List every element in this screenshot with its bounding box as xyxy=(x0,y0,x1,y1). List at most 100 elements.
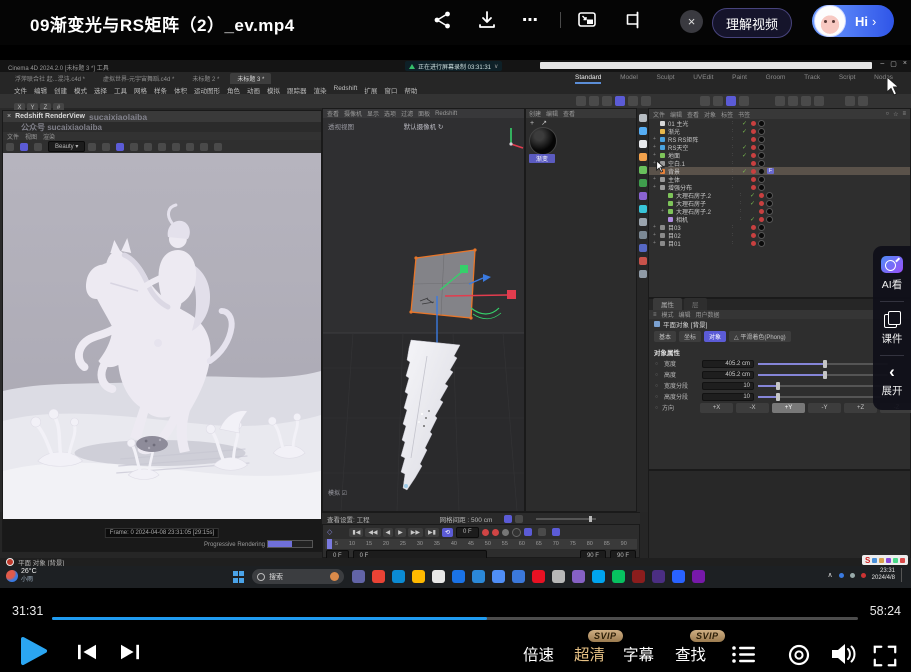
enabled-check-icon[interactable]: ✓ xyxy=(742,144,751,151)
attribute-mode-item[interactable]: 编辑 xyxy=(679,310,691,319)
share-button[interactable] xyxy=(432,9,454,31)
material-tag-icon[interactable] xyxy=(751,233,756,238)
document-tab[interactable]: 未标题 3 * xyxy=(230,73,271,84)
material-tag-icon[interactable] xyxy=(759,201,764,206)
material-tag-icon[interactable] xyxy=(751,185,756,190)
current-frame-field[interactable]: 0 F xyxy=(456,527,479,538)
taskbar-app-icon[interactable] xyxy=(672,570,685,583)
mode-tool-icon[interactable] xyxy=(639,140,647,148)
keyframe-selection-button[interactable] xyxy=(538,528,546,536)
taskbar-app-icon[interactable] xyxy=(352,570,365,583)
expand-icon[interactable]: + xyxy=(653,160,660,166)
object-tree[interactable]: 01 主光 : ✓ F 渐光 : ✓ xyxy=(649,119,910,247)
object-manager-menu-item[interactable]: 文件 xyxy=(653,110,665,119)
toolbar-icon-group-render[interactable] xyxy=(576,96,654,106)
material-tag-icon[interactable] xyxy=(758,120,765,127)
taskbar-app-icon[interactable] xyxy=(432,570,445,583)
mode-tool-icon[interactable] xyxy=(639,166,647,174)
viewport-camera-label[interactable]: 默认摄像机 ↻ xyxy=(404,121,444,131)
material-tag-icon[interactable] xyxy=(758,168,765,175)
attribute-category-tab[interactable]: 坐标 xyxy=(679,331,701,342)
object-manager-tool-icon[interactable]: ○ xyxy=(885,111,889,118)
enabled-check-icon[interactable]: ✓ xyxy=(742,120,751,127)
taskbar-app-icon[interactable] xyxy=(512,570,525,583)
layout-tab[interactable]: Paint xyxy=(732,74,747,84)
download-button[interactable] xyxy=(476,9,498,31)
renderview-menu-item[interactable]: 文件 xyxy=(7,132,19,141)
viewport-scene[interactable] xyxy=(323,118,524,511)
viewport-menu-item[interactable]: Redshift xyxy=(435,111,457,117)
material-tool-button[interactable]: ↗ xyxy=(541,119,547,127)
material-tag-icon[interactable] xyxy=(766,200,773,207)
play-button[interactable] xyxy=(20,636,48,666)
enabled-check-icon[interactable]: ✓ xyxy=(742,152,751,159)
object-manager-menu-item[interactable]: 编辑 xyxy=(670,110,682,119)
material-tag-icon[interactable] xyxy=(766,192,773,199)
layout-tab[interactable]: UVEdit xyxy=(693,74,713,84)
attribute-manager-panel[interactable]: 属性 层 ≡ 模式编辑用户数据 ‹ › 平面对象 [背景] 基本坐标对象△ 平滑… xyxy=(648,298,911,470)
material-menu-item[interactable]: 查看 xyxy=(563,109,575,118)
material-tag-icon[interactable] xyxy=(751,241,756,246)
expand-icon[interactable]: + xyxy=(653,184,660,190)
taskbar-weather-widget[interactable]: 26°C 小雨 xyxy=(6,568,37,584)
pip-button[interactable] xyxy=(576,9,598,31)
document-tab[interactable]: 虚拟世界-元宇宙舞蹈.c4d * xyxy=(96,73,181,84)
mode-tool-icon[interactable] xyxy=(639,153,647,161)
attribute-category-tab[interactable]: 基本 xyxy=(654,331,676,342)
taskbar-app-icon[interactable] xyxy=(652,570,665,583)
object-manager-menubar[interactable]: 文件编辑查看对象标签书签 ○☆≡ xyxy=(649,109,910,119)
object-manager-tool-icon[interactable]: ☆ xyxy=(893,111,898,118)
expand-icon[interactable]: + xyxy=(653,176,660,182)
mode-tool-icon[interactable] xyxy=(639,192,647,200)
enabled-check-icon[interactable]: ✓ xyxy=(742,128,751,135)
taskbar-app-icons[interactable] xyxy=(352,570,705,583)
layout-tab[interactable]: Track xyxy=(804,74,820,84)
ai-watch-button[interactable]: AI看 xyxy=(882,277,902,292)
info-slider[interactable] xyxy=(536,518,596,520)
toolbar-icon-group-extra[interactable] xyxy=(845,96,871,106)
timeline-transport[interactable]: ◇ ▮◀◀◀◀▶▶▶▶▮ ⟲ 0 F xyxy=(323,525,639,539)
show-desktop-button[interactable] xyxy=(901,568,905,582)
toolbar-icon-group-modes[interactable] xyxy=(700,96,752,106)
taskbar-app-icon[interactable] xyxy=(592,570,605,583)
taskbar-app-icon[interactable] xyxy=(552,570,565,583)
material-tag-icon[interactable] xyxy=(751,153,756,158)
taskbar-app-icon[interactable] xyxy=(572,570,585,583)
find-button[interactable]: 查找 xyxy=(675,643,706,665)
c4d-document-tabs[interactable]: 浮萍联合社 起...混沌.c4d *虚拟世界-元宇宙舞蹈.c4d *未标题 2 … xyxy=(8,73,271,84)
close-button[interactable]: × xyxy=(680,10,703,33)
viewport-menu-item[interactable]: 过滤 xyxy=(401,109,413,118)
material-menu-item[interactable]: 编辑 xyxy=(546,109,558,118)
video-frame[interactable]: Cinema 4D 2024.2.0 [未标题 3 *] 工具 正在进行屏幕录制… xyxy=(0,60,911,588)
object-manager-menu-item[interactable]: 对象 xyxy=(704,110,716,119)
material-menu-item[interactable]: 创建 xyxy=(529,109,541,118)
material-tag-icon[interactable] xyxy=(751,169,756,174)
fullscreen-button[interactable] xyxy=(872,643,898,669)
record-scale-button[interactable] xyxy=(492,529,499,536)
material-tag-icon[interactable] xyxy=(759,209,764,214)
next-video-button[interactable] xyxy=(119,643,141,661)
attribute-category-tab[interactable]: 对象 xyxy=(704,331,726,342)
record-param-button[interactable] xyxy=(512,528,521,537)
expand-icon[interactable]: + xyxy=(661,208,668,214)
expand-icon[interactable]: + xyxy=(653,240,660,246)
start-button[interactable] xyxy=(233,571,245,583)
taskbar-app-icon[interactable] xyxy=(392,570,405,583)
material-tag-icon[interactable] xyxy=(751,137,756,142)
c4d-layout-tabs[interactable]: StandardModelSculptUVEditPaintGroomTrack… xyxy=(575,74,893,84)
material-menubar[interactable]: 创建编辑查看 xyxy=(526,109,636,118)
toolbar-icon-group-views[interactable] xyxy=(775,96,827,106)
mode-tool-icon[interactable] xyxy=(639,179,647,187)
attribute-mode-item[interactable]: 用户数据 xyxy=(696,310,720,319)
document-tab[interactable]: 浮萍联合社 起...混沌.c4d * xyxy=(8,73,92,84)
layout-tab[interactable]: Nodes xyxy=(874,74,893,84)
timeline-ruler[interactable]: 51015202530354045505560657075808590 xyxy=(325,539,637,549)
expand-icon[interactable]: + xyxy=(653,232,660,238)
viewport-panel[interactable]: 查看摄像机显示选项过滤面板Redshift xyxy=(322,108,525,512)
chevron-left-icon[interactable]: ‹ xyxy=(889,365,895,379)
renderview-menu-item[interactable]: 渲染 xyxy=(43,132,55,141)
material-tag-icon[interactable] xyxy=(751,177,756,182)
enabled-check-icon[interactable]: ✓ xyxy=(750,192,759,199)
mode-tool-icon[interactable] xyxy=(639,231,647,239)
attribute-mode-row[interactable]: ≡ 模式编辑用户数据 ‹ › xyxy=(649,310,910,319)
